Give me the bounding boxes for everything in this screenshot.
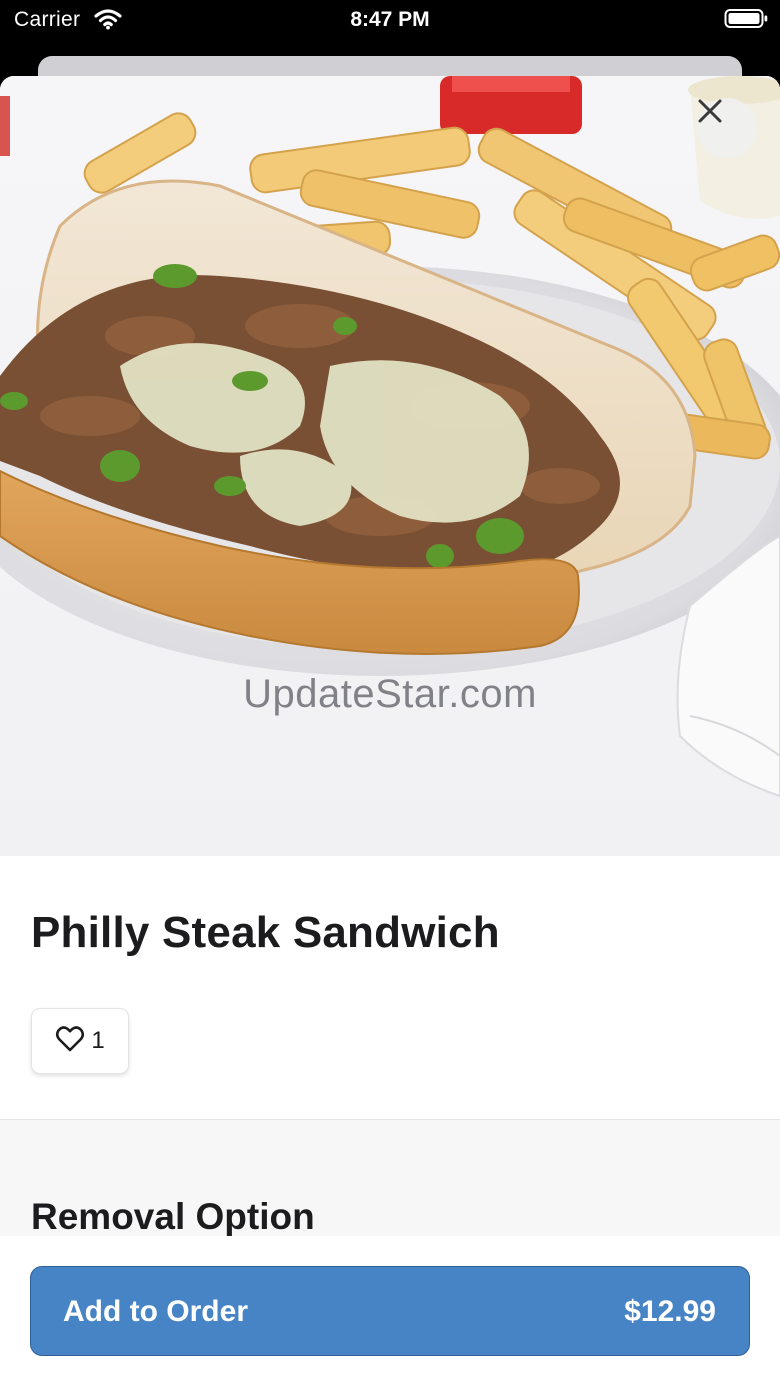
add-to-order-label: Add to Order <box>63 1295 248 1328</box>
status-bar: Carrier 8:47 PM <box>0 0 780 44</box>
item-photo: UpdateStar.com <box>0 76 780 856</box>
watermark: UpdateStar.com <box>243 672 537 716</box>
like-count: 1 <box>91 1027 105 1054</box>
order-price: $12.99 <box>624 1295 716 1328</box>
clock: 8:47 PM <box>350 8 430 31</box>
add-to-order-button[interactable]: Add to Order $12.99 <box>30 1266 750 1356</box>
close-button[interactable] <box>697 98 757 158</box>
like-button[interactable]: 1 <box>31 1008 129 1074</box>
item-info: Philly Steak Sandwich 1 <box>0 856 780 1120</box>
heart-outline-icon <box>55 1025 85 1058</box>
order-footer: Add to Order $12.99 <box>0 1236 780 1387</box>
battery-icon <box>724 8 768 36</box>
item-title: Philly Steak Sandwich <box>31 908 500 957</box>
item-detail-sheet: UpdateStar.com Philly Steak Sandwich 1 R… <box>0 76 780 1387</box>
removal-option-heading: Removal Option <box>31 1196 315 1237</box>
